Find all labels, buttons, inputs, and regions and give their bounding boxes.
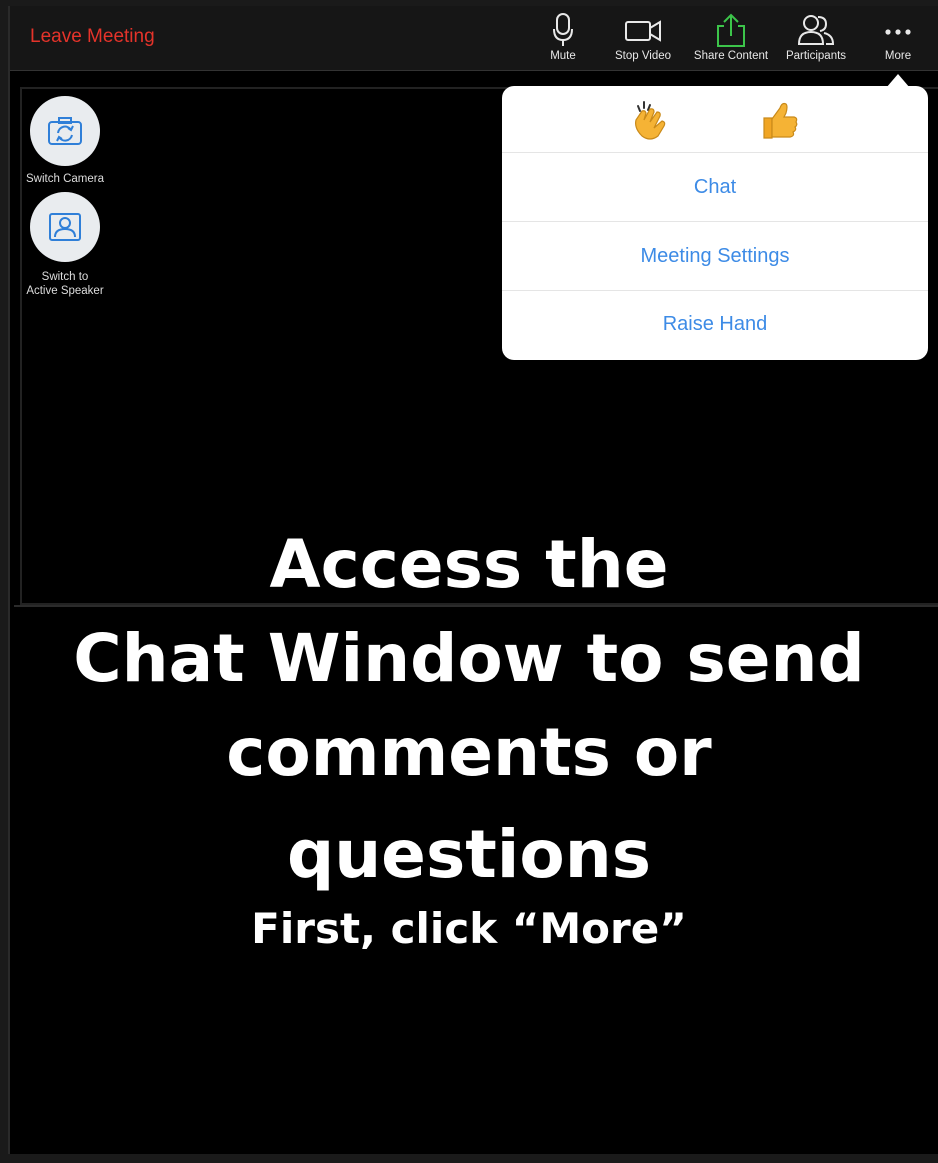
switch-speaker-line1: Switch to <box>41 271 89 283</box>
meeting-settings-menu-item[interactable]: Meeting Settings <box>502 221 928 290</box>
video-camera-icon <box>625 20 661 42</box>
clapping-hands-icon[interactable] <box>628 98 672 142</box>
thumbs-up-icon[interactable] <box>758 98 802 142</box>
share-content-label: Share Content <box>693 50 769 62</box>
microphone-icon <box>553 13 573 46</box>
caption-line-3: comments or <box>226 714 712 791</box>
mute-label: Mute <box>550 50 576 62</box>
caption-line-2: Chat Window to send <box>73 620 865 697</box>
more-dots-icon <box>885 29 911 35</box>
participants-label: Participants <box>785 50 847 62</box>
caption-instruction: First, click “More” <box>251 904 687 953</box>
switch-camera-label: Switch Camera <box>26 173 104 185</box>
participants-button[interactable]: Participants <box>778 12 854 68</box>
meeting-toolbar: Leave Meeting Mute Stop Video Share Cont… <box>10 6 938 71</box>
switch-camera-button[interactable]: Switch Camera <box>20 96 110 186</box>
leave-meeting-button[interactable]: Leave Meeting <box>30 26 155 48</box>
switch-active-speaker-button[interactable]: Switch to Active Speaker <box>20 192 110 298</box>
more-label: More <box>884 50 912 62</box>
switch-speaker-line2: Active Speaker <box>26 285 104 297</box>
mute-button[interactable]: Mute <box>543 12 583 68</box>
caption-line-1: Access the <box>269 526 669 603</box>
stop-video-button[interactable]: Stop Video <box>608 12 678 68</box>
caption-line-4: questions <box>286 816 652 893</box>
switch-speaker-circle <box>30 192 100 262</box>
share-upload-icon <box>717 13 745 47</box>
raise-hand-menu-item[interactable]: Raise Hand <box>502 290 928 357</box>
switch-speaker-label: Switch to Active Speaker <box>20 270 110 298</box>
reaction-row <box>502 86 928 152</box>
participants-icon <box>797 15 835 45</box>
switch-camera-circle <box>30 96 100 166</box>
share-content-button[interactable]: Share Content <box>686 12 776 68</box>
chat-menu-item[interactable]: Chat <box>502 152 928 221</box>
more-menu-popup: Chat Meeting Settings Raise Hand <box>502 86 928 360</box>
more-button[interactable]: More <box>878 12 918 68</box>
stop-video-label: Stop Video <box>614 50 672 62</box>
active-speaker-icon <box>49 213 81 241</box>
switch-camera-icon <box>48 117 82 145</box>
